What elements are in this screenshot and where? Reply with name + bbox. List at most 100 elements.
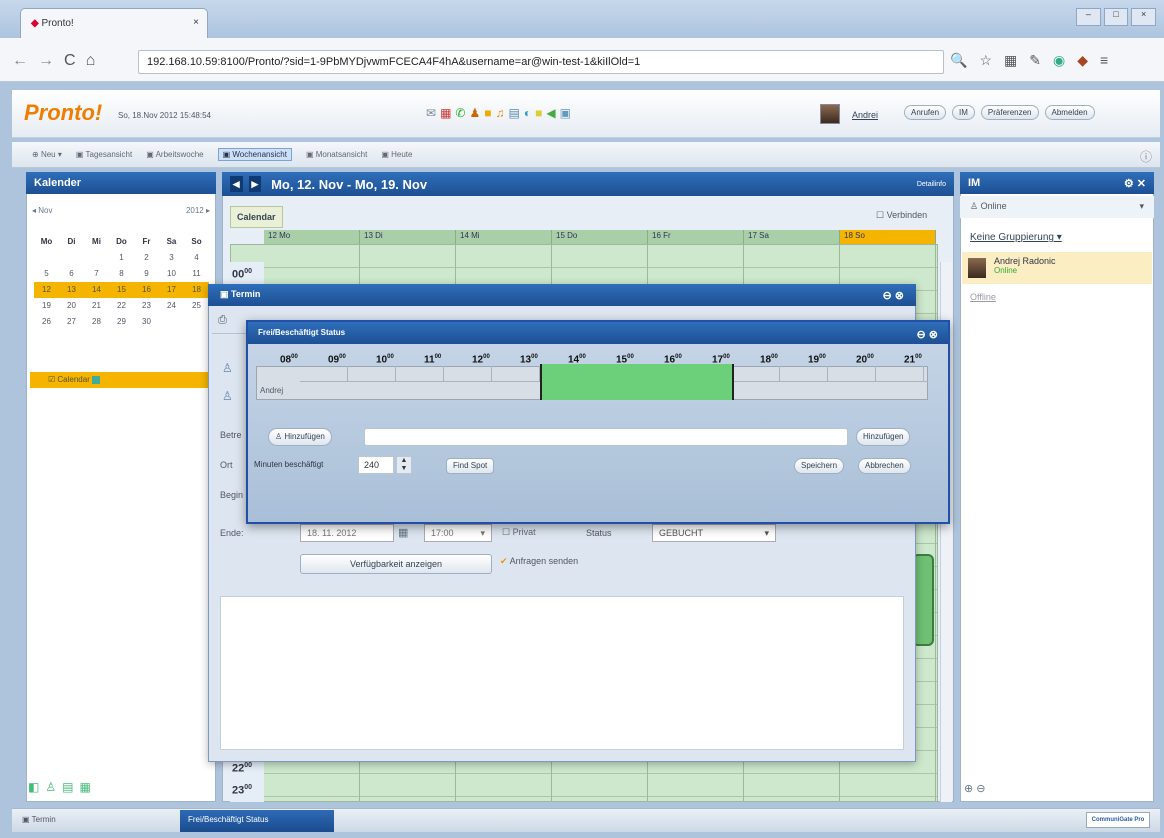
save-button[interactable]: Speichern bbox=[794, 458, 845, 474]
calendar-icon[interactable]: ▦ bbox=[440, 106, 451, 120]
contact-item[interactable]: Andrej Radonic Online bbox=[962, 252, 1152, 284]
add-contact-icon[interactable]: ⊕ bbox=[964, 783, 973, 795]
day-cell[interactable]: 27 bbox=[59, 314, 84, 330]
day-cell[interactable]: 26 bbox=[34, 314, 59, 330]
web-icon[interactable]: ◐ bbox=[524, 106, 531, 120]
contacts-icon[interactable]: ♟ bbox=[469, 106, 480, 120]
day-cell[interactable]: 23 bbox=[134, 298, 159, 314]
footer-contacts-icon[interactable]: ♙ bbox=[45, 780, 56, 794]
im-button[interactable]: IM bbox=[952, 105, 975, 120]
freebusy-close-icons[interactable]: ⊖ ⊗ bbox=[917, 328, 939, 341]
taskbar-item-freebusy[interactable]: Frei/Beschäftigt Status bbox=[180, 810, 334, 832]
maximize-icon[interactable]: □ bbox=[1103, 8, 1129, 26]
calendar-list-item[interactable]: ☑ Calendar bbox=[30, 372, 210, 388]
logout-button[interactable]: Abmelden bbox=[1044, 105, 1095, 120]
im-search-icon[interactable]: ⊖ bbox=[976, 783, 985, 795]
day-cell[interactable]: 29 bbox=[109, 314, 134, 330]
files-icon[interactable]: ▤ bbox=[508, 106, 519, 120]
day-cell[interactable]: 24 bbox=[159, 298, 184, 314]
minutes-input[interactable]: 240 bbox=[358, 456, 394, 474]
extension-icon[interactable]: ▦ bbox=[1004, 52, 1017, 69]
new-button[interactable]: ⊕ Neu ▾ bbox=[32, 150, 62, 159]
mail-icon[interactable]: ✉ bbox=[426, 106, 436, 120]
day-cell[interactable]: 22 bbox=[109, 298, 134, 314]
day-cell[interactable]: 15 bbox=[109, 282, 134, 298]
show-availability-button[interactable]: Verfügbarkeit anzeigen bbox=[300, 554, 492, 574]
day-cell[interactable]: 16 bbox=[134, 282, 159, 298]
private-checkbox[interactable]: ☐ Privat bbox=[502, 527, 536, 538]
day-cell[interactable]: 5 bbox=[34, 266, 59, 282]
grouping-select[interactable]: Keine Gruppierung ▾ bbox=[970, 232, 1062, 243]
address-bar[interactable]: 192.168.10.59:8100/Pronto/?sid=1-9PbMYDj… bbox=[138, 50, 944, 74]
attendee-icon[interactable]: ♙ bbox=[222, 354, 233, 382]
day-cell[interactable]: 21 bbox=[84, 298, 109, 314]
add-attendee-button[interactable]: ♙ Hinzufügen bbox=[268, 428, 332, 446]
next-year[interactable]: 2012 ▸ bbox=[186, 206, 210, 215]
termin-close-icons[interactable]: ⊖ ⊗ bbox=[883, 289, 905, 302]
termin-notes[interactable] bbox=[220, 596, 904, 750]
day-header[interactable]: 18 So bbox=[840, 230, 936, 244]
day-cell[interactable]: 28 bbox=[84, 314, 109, 330]
music-icon[interactable]: ♫ bbox=[495, 106, 504, 120]
day-cell[interactable]: 1 bbox=[109, 250, 134, 266]
day-header[interactable]: 17 Sa bbox=[744, 230, 840, 244]
back-icon[interactable]: ← bbox=[12, 52, 28, 70]
tab-close-icon[interactable]: × bbox=[193, 17, 199, 28]
offline-group[interactable]: Offline bbox=[970, 292, 996, 302]
find-spot-button[interactable]: Find Spot bbox=[446, 458, 495, 474]
day-header[interactable]: 12 Mo bbox=[264, 230, 360, 244]
day-cell[interactable]: 11 bbox=[184, 266, 209, 282]
day-cell[interactable]: 7 bbox=[84, 266, 109, 282]
notes-icon[interactable]: ■ bbox=[484, 106, 491, 120]
end-date-field[interactable]: 18. 11. 2012 bbox=[300, 524, 394, 542]
detail-info[interactable]: Detailinfo bbox=[917, 181, 946, 188]
view-today[interactable]: ▣ Heute bbox=[381, 150, 412, 159]
call-button[interactable]: Anrufen bbox=[904, 105, 947, 120]
freebusy-busy-block[interactable] bbox=[540, 364, 734, 400]
settings-icon[interactable]: ▣ bbox=[560, 106, 571, 120]
day-cell[interactable]: 2 bbox=[134, 250, 159, 266]
home-icon[interactable]: ⌂ bbox=[86, 52, 96, 70]
day-cell[interactable]: 9 bbox=[134, 266, 159, 282]
day-cell[interactable]: 19 bbox=[34, 298, 59, 314]
taskbar-item-termin[interactable]: ▣ Termin bbox=[16, 812, 176, 830]
day-cell[interactable]: 8 bbox=[109, 266, 134, 282]
user-name[interactable]: Andrei bbox=[852, 110, 878, 120]
cancel-button[interactable]: Abbrechen bbox=[858, 458, 911, 474]
prev-month[interactable]: ◂ Nov bbox=[32, 206, 52, 215]
send-requests-checkbox[interactable]: ✔ Anfragen senden bbox=[500, 556, 578, 567]
share-icon[interactable]: ◀ bbox=[546, 106, 555, 120]
extension-icon[interactable]: ✎ bbox=[1029, 52, 1041, 69]
day-cell[interactable]: 20 bbox=[59, 298, 84, 314]
preferences-button[interactable]: Präferenzen bbox=[980, 105, 1039, 120]
forward-icon[interactable]: → bbox=[38, 52, 54, 70]
footer-chat-icon[interactable]: ◧ bbox=[28, 780, 39, 794]
footer-notes-icon[interactable]: ▤ bbox=[62, 780, 73, 794]
day-cell[interactable]: 25 bbox=[184, 298, 209, 314]
extension-icon[interactable]: ◆ bbox=[1077, 52, 1088, 69]
reload-icon[interactable]: C bbox=[64, 52, 76, 70]
day-cell[interactable]: 18 bbox=[184, 282, 209, 298]
date-picker-icon[interactable]: ▦ bbox=[398, 526, 408, 539]
view-day[interactable]: ▣ Tagesansicht bbox=[76, 150, 132, 159]
day-cell[interactable]: 14 bbox=[84, 282, 109, 298]
help-icon[interactable]: ⓘ bbox=[1140, 148, 1152, 165]
zoom-icon[interactable]: 🔍 bbox=[950, 52, 967, 69]
day-cell[interactable]: 17 bbox=[159, 282, 184, 298]
day-cell[interactable]: 13 bbox=[59, 282, 84, 298]
menu-icon[interactable]: ≡ bbox=[1100, 52, 1108, 69]
day-cell[interactable]: 10 bbox=[159, 266, 184, 282]
add-button[interactable]: Hinzufügen bbox=[856, 428, 911, 446]
print-icon[interactable]: ⎙ bbox=[218, 314, 227, 327]
im-settings-icon[interactable]: ⚙ ✕ bbox=[1124, 177, 1146, 190]
day-cell[interactable]: 3 bbox=[159, 250, 184, 266]
browser-tab[interactable]: ◆ Pronto! × bbox=[20, 8, 208, 38]
day-cell[interactable]: 4 bbox=[184, 250, 209, 266]
view-week[interactable]: ▣ Wochenansicht bbox=[217, 148, 292, 161]
minutes-stepper[interactable]: ▲ ▼ bbox=[396, 456, 412, 474]
day-header[interactable]: 14 Mi bbox=[456, 230, 552, 244]
resource-icon[interactable]: ♙ bbox=[222, 382, 233, 410]
view-month[interactable]: ▣ Monatsansicht bbox=[306, 150, 367, 159]
day-cell[interactable]: 12 bbox=[34, 282, 59, 298]
connect-toggle[interactable]: ☐ Verbinden bbox=[876, 210, 927, 221]
